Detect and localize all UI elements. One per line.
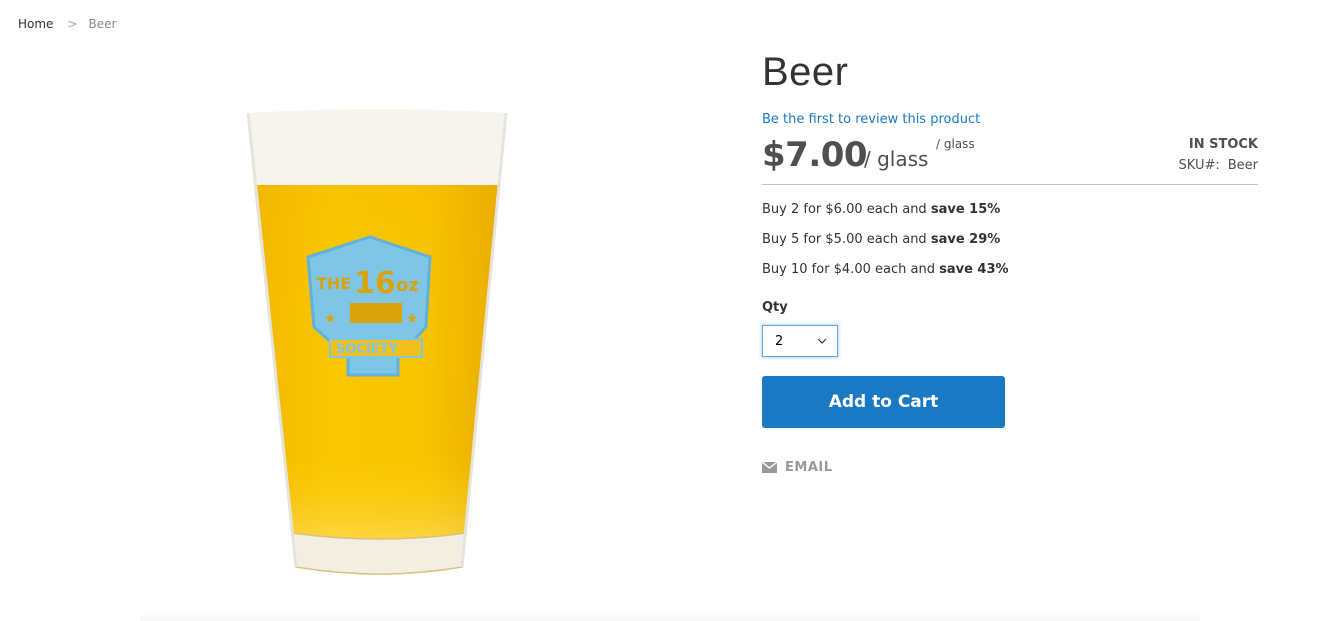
svg-text:oz: oz (396, 275, 419, 296)
sku: SKU#: Beer (1179, 158, 1258, 173)
tier-price-text: Buy 2 for $6.00 each and (762, 202, 931, 217)
breadcrumb-home-link[interactable]: Home (18, 17, 53, 31)
svg-text:16: 16 (354, 266, 396, 301)
svg-text:★: ★ (406, 311, 419, 327)
glass-base (291, 532, 467, 575)
price-unit: / glass (864, 147, 929, 171)
sku-value: Beer (1227, 158, 1258, 173)
divider (140, 612, 1200, 621)
svg-text:SOCIETY: SOCIETY (336, 342, 399, 357)
stock-info: IN STOCK SKU#: Beer (1179, 137, 1258, 173)
tier-prices: Buy 2 for $6.00 each and save 15% Buy 5 … (762, 201, 1258, 278)
review-link[interactable]: Be the first to review this product (762, 112, 980, 127)
tier-price-save: save 43% (939, 262, 1009, 277)
tier-price-save: save 15% (930, 202, 1001, 217)
page-title: Beer (762, 50, 849, 94)
breadcrumb-separator-icon: > (67, 17, 78, 31)
email-link[interactable]: EMAIL (762, 460, 1258, 475)
tier-price-item: Buy 5 for $5.00 each and save 29% (762, 231, 1258, 248)
qty-label: Qty (762, 300, 788, 315)
tier-price-save: save 29% (930, 232, 1001, 247)
price-unit-superscript: / glass (936, 137, 975, 151)
add-to-cart-button[interactable]: Add to Cart (762, 376, 1005, 428)
sku-label: SKU#: (1178, 158, 1220, 173)
beer-glass-image: THE 16 oz ★ ★ SOCIETY (246, 109, 508, 575)
product-info: Beer Be the first to review this product… (762, 48, 1258, 475)
qty-selected-value: 2 (775, 333, 784, 349)
breadcrumb: Home > Beer (18, 17, 116, 31)
email-label: EMAIL (785, 460, 833, 475)
svg-text:THE: THE (316, 274, 351, 293)
svg-text:★: ★ (324, 311, 337, 327)
product-price: $7.00 (762, 135, 868, 175)
chevron-down-icon (817, 338, 827, 344)
tier-price-text: Buy 10 for $4.00 each and (762, 262, 940, 277)
breadcrumb-current: Beer (88, 17, 117, 31)
tier-price-item: Buy 2 for $6.00 each and save 15% (762, 201, 1258, 218)
tier-price-text: Buy 5 for $5.00 each and (762, 232, 931, 247)
price-box: $7.00 / glass / glass IN STOCK SKU#: Beer (762, 135, 1258, 185)
stock-status: IN STOCK (1188, 137, 1258, 152)
product-image[interactable]: THE 16 oz ★ ★ SOCIETY (230, 105, 530, 585)
qty-select[interactable]: 2 (762, 325, 838, 357)
tier-price-item: Buy 10 for $4.00 each and save 43% (762, 261, 1258, 278)
envelope-icon (762, 462, 777, 473)
product-page: Home > Beer THE 16 oz ★ ★ SOCIETY Beer B… (0, 0, 1320, 621)
foam (248, 109, 506, 187)
